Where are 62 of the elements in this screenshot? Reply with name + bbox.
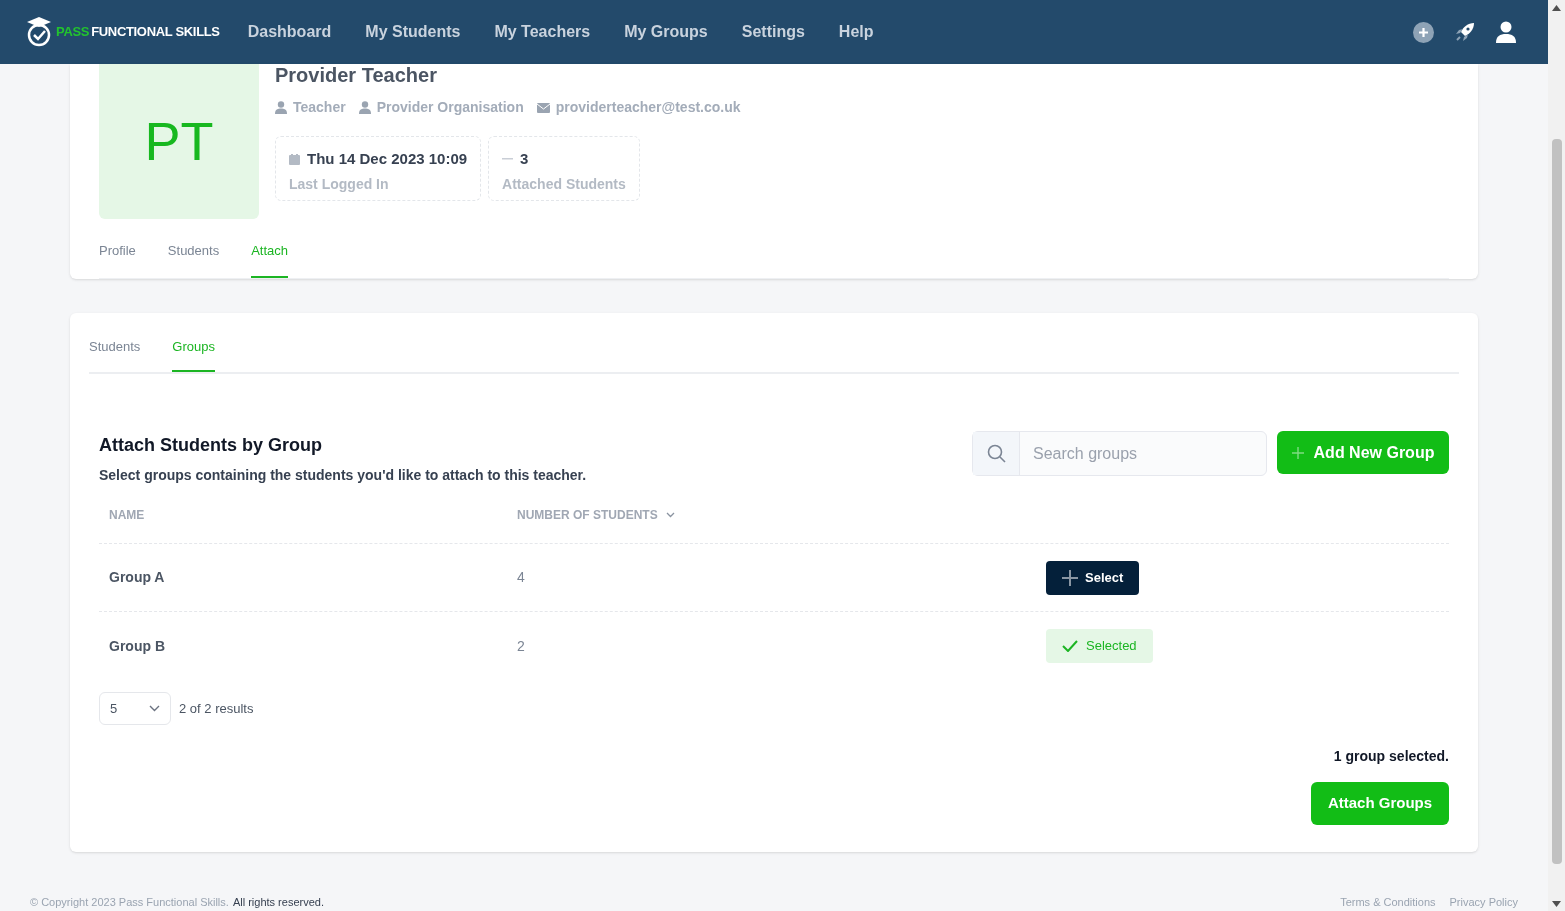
footer-link[interactable]: Privacy Policy — [1449, 896, 1518, 909]
column-header[interactable]: NUMBER OF STUDENTS — [517, 505, 658, 524]
check-icon — [1062, 640, 1078, 652]
logo-icon — [26, 16, 52, 48]
stat-value: Thu 14 Dec 2023 10:09 — [307, 149, 468, 169]
table-cell-text: Group A — [109, 568, 166, 587]
page-size-select[interactable]: 5 — [99, 692, 171, 725]
person-icon — [275, 101, 287, 114]
nav-link[interactable]: Settings — [741, 20, 805, 44]
stat-label: Attached Students — [502, 174, 626, 194]
email-text: providerteacher@test.co.uk — [555, 98, 741, 117]
stat-label: Last Logged In — [289, 174, 390, 194]
results-count: 2 of 2 results — [179, 699, 254, 718]
add-icon[interactable] — [1413, 21, 1434, 43]
search-icon — [986, 444, 1006, 463]
plus-icon — [1291, 446, 1304, 459]
selection-summary: 1 group selected. — [1333, 747, 1449, 766]
search-bar[interactable]: Search groups — [972, 431, 1267, 476]
selected-button[interactable]: Selected — [1046, 629, 1153, 663]
brand-accent: PASS — [56, 23, 90, 42]
dash-icon — [502, 158, 514, 161]
role-text: Teacher — [293, 98, 346, 117]
scrollbar-thumb[interactable] — [1551, 139, 1562, 864]
scroll-down-icon[interactable] — [1552, 901, 1561, 907]
brand-name: FUNCTIONAL SKILLS — [91, 23, 220, 42]
tab[interactable]: Attach — [251, 241, 289, 278]
user-icon[interactable] — [1496, 21, 1516, 43]
add-group-button[interactable]: Add New Group — [1277, 431, 1449, 474]
tab[interactable]: Profile — [99, 241, 136, 278]
profile-name: Provider Teacher — [275, 65, 438, 85]
organisation-text: Provider Organisation — [376, 98, 524, 117]
attach-groups-button[interactable]: Attach Groups — [1311, 782, 1449, 825]
chevron-down-icon — [149, 705, 160, 712]
nav-link[interactable]: My Groups — [624, 20, 708, 44]
stat-value: 3 — [520, 149, 529, 169]
select-button[interactable]: Select — [1046, 560, 1140, 595]
plus-icon — [1062, 569, 1078, 586]
nav-link[interactable]: My Students — [365, 20, 461, 44]
rocket-icon[interactable] — [1454, 21, 1476, 43]
scrollbar[interactable] — [1548, 0, 1565, 911]
footer-link[interactable]: Terms & Conditions — [1340, 896, 1436, 909]
calendar-icon — [289, 153, 300, 165]
chevron-down-icon — [665, 511, 675, 518]
avatar: PT — [99, 64, 259, 219]
search-field[interactable]: Search groups — [1020, 432, 1266, 475]
section-subtitle: Select groups containing the students you'd like to attach to this teacher. — [99, 466, 587, 485]
copyright-text: © Copyright 2023 Pass Functional Skills. — [30, 896, 229, 909]
section-title: Attach Students by Group — [99, 434, 323, 457]
scroll-up-icon[interactable] — [1552, 5, 1561, 11]
person-icon — [358, 101, 371, 114]
tab[interactable]: Students — [167, 241, 220, 278]
envelope-icon — [536, 102, 550, 113]
nav-link[interactable]: My Teachers — [494, 20, 591, 44]
table-cell-text: Group B — [109, 636, 166, 656]
nav-link[interactable]: Dashboard — [247, 20, 332, 44]
column-header[interactable]: NAME — [109, 507, 145, 522]
table-cell-text: 4 — [517, 568, 526, 587]
rights-text: All rights reserved. — [232, 896, 324, 909]
nav-link[interactable]: Help — [838, 20, 874, 44]
tab[interactable]: Groups — [172, 337, 215, 372]
tab[interactable]: Students — [89, 337, 141, 372]
table-cell-text: 2 — [517, 636, 526, 656]
